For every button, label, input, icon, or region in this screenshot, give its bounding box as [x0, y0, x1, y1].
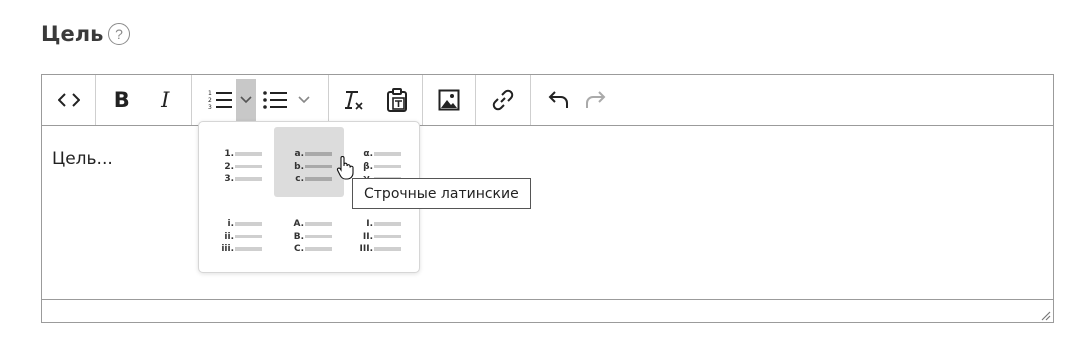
question-circle-icon[interactable]: ? — [108, 23, 130, 45]
chevron-down-icon — [298, 96, 310, 104]
list-style-line — [374, 247, 401, 251]
image-icon — [438, 89, 460, 111]
numbered-list-icon: 1 2 3 — [208, 90, 232, 111]
toolbar-group-link — [476, 75, 531, 125]
resize-grip-icon — [1041, 311, 1051, 321]
field-label: Цель — [41, 22, 104, 46]
list-style-marker: 3. — [224, 174, 234, 184]
editor-content-area[interactable]: Цель... — [42, 125, 1053, 300]
undo-button[interactable] — [541, 82, 577, 118]
list-style-marker: ii. — [224, 231, 234, 242]
editor-toolbar: B I 1 2 3 — [42, 75, 1053, 126]
hand-cursor-icon — [336, 156, 354, 180]
list-style-option-upper-alpha[interactable]: A. B. C. — [274, 197, 344, 267]
source-code-icon — [57, 93, 80, 107]
list-style-row: iii. — [204, 243, 274, 255]
toolbar-group-history — [531, 75, 617, 125]
list-style-line — [235, 177, 262, 181]
list-style-line — [305, 234, 332, 238]
list-style-row: c. — [274, 173, 344, 185]
link-icon — [492, 89, 514, 111]
list-style-line — [235, 164, 262, 168]
bulleted-list-dropdown-button[interactable] — [294, 82, 314, 118]
bold-icon: B — [113, 88, 130, 112]
toolbar-group-lists: 1 2 3 — [192, 75, 329, 125]
list-style-line — [305, 177, 332, 181]
image-button[interactable] — [431, 82, 467, 118]
list-style-option-lower-roman[interactable]: i. ii. iii. — [204, 197, 274, 267]
list-style-marker: A. — [293, 219, 304, 229]
chevron-down-icon — [240, 96, 252, 104]
list-style-row: b. — [274, 161, 344, 173]
bulleted-list-icon — [263, 91, 287, 109]
bold-button[interactable]: B — [104, 82, 140, 118]
redo-icon — [586, 91, 606, 108]
redo-button[interactable] — [577, 82, 613, 118]
paste-text-button[interactable] — [379, 82, 415, 118]
toolbar-group-image — [423, 75, 476, 125]
list-style-line — [235, 152, 262, 156]
source-code-button[interactable] — [49, 82, 89, 118]
list-style-marker: 1. — [224, 149, 234, 159]
list-style-line — [305, 222, 332, 226]
resize-handle[interactable] — [1039, 308, 1051, 321]
tooltip: Строчные латинские — [352, 178, 531, 209]
list-style-row: 3. — [204, 173, 274, 185]
list-style-row: III. — [343, 243, 413, 255]
undo-icon — [548, 91, 568, 108]
list-style-line — [374, 234, 401, 238]
list-style-marker: III. — [359, 244, 373, 254]
list-style-marker: II. — [362, 231, 373, 242]
svg-text:2: 2 — [208, 97, 212, 104]
list-style-row: II. — [343, 231, 413, 243]
list-style-line — [374, 222, 401, 226]
svg-text:1: 1 — [208, 90, 212, 97]
list-style-marker: iii. — [221, 244, 234, 254]
list-style-marker: i. — [227, 219, 234, 229]
numbered-list-dropdown-button[interactable] — [236, 79, 256, 121]
list-style-line — [235, 222, 262, 226]
list-style-line — [305, 247, 332, 251]
paste-text-icon — [386, 88, 407, 112]
list-style-marker: c. — [295, 174, 304, 184]
list-style-line — [374, 152, 401, 156]
editor-content[interactable]: Цель... — [52, 149, 113, 169]
link-button[interactable] — [485, 82, 521, 118]
list-style-option-decimal[interactable]: 1. 2. 3. — [204, 127, 274, 197]
list-style-line — [305, 164, 332, 168]
toolbar-group-format — [329, 75, 423, 125]
numbered-list-button[interactable]: 1 2 3 — [204, 82, 236, 118]
svg-text:3: 3 — [208, 104, 212, 111]
bulleted-list-button[interactable] — [256, 82, 294, 118]
list-style-row: i. — [204, 218, 274, 230]
list-style-marker: b. — [294, 161, 304, 172]
list-style-row: a. — [274, 148, 344, 160]
rich-text-editor: B I 1 2 3 Цель... — [41, 74, 1054, 323]
list-style-row: 2. — [204, 161, 274, 173]
list-style-option-lower-alpha[interactable]: a. b. c. — [274, 127, 344, 197]
italic-icon: I — [161, 88, 170, 112]
clear-format-icon — [345, 91, 363, 110]
list-style-marker: 2. — [224, 161, 234, 172]
italic-button[interactable]: I — [147, 82, 183, 118]
list-style-marker: a. — [294, 149, 305, 159]
list-style-row: B. — [274, 231, 344, 243]
list-style-row: A. — [274, 218, 344, 230]
list-style-row: 1. — [204, 148, 274, 160]
list-style-row: I. — [343, 218, 413, 230]
toolbar-group-source — [42, 75, 96, 125]
list-style-marker: β. — [363, 161, 373, 172]
list-style-row: ii. — [204, 231, 274, 243]
list-style-line — [235, 247, 262, 251]
clear-format-button[interactable] — [336, 82, 372, 118]
list-style-line — [305, 152, 332, 156]
list-style-marker: α. — [363, 149, 373, 159]
toolbar-group-text: B I — [96, 75, 192, 125]
list-style-line — [374, 164, 401, 168]
list-style-marker: C. — [293, 244, 304, 254]
list-style-line — [235, 234, 262, 238]
list-style-marker: B. — [293, 231, 304, 242]
list-style-marker: I. — [366, 219, 373, 229]
list-style-row: C. — [274, 243, 344, 255]
